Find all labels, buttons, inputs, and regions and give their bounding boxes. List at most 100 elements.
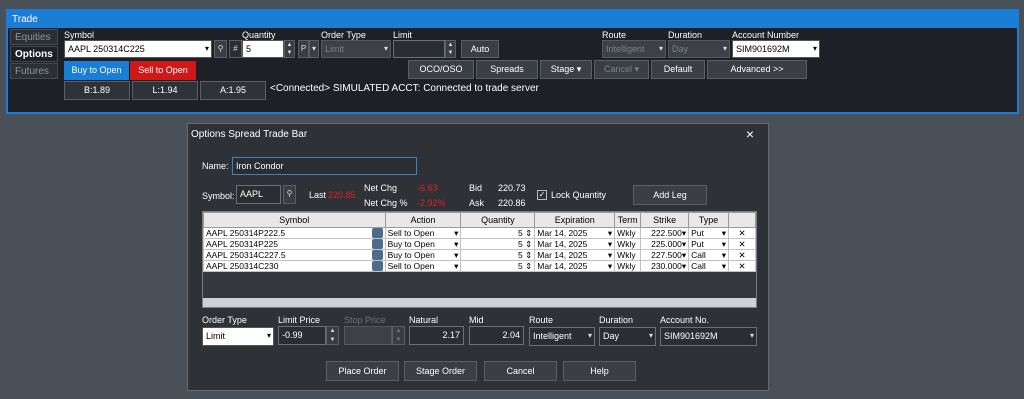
leg-action-cell[interactable]: Buy to Open ▾ [384, 249, 462, 261]
delete-leg-icon[interactable]: ✕ [728, 227, 756, 239]
cancel-order-button[interactable]: Cancel [484, 361, 557, 381]
chain-icon[interactable] [371, 239, 383, 249]
route-select[interactable]: Intelligent ▾ [602, 40, 666, 58]
spreads-button[interactable]: Spreads [476, 60, 538, 79]
cancel-button[interactable]: Cancel ▾ [594, 60, 649, 79]
delete-leg-icon[interactable]: ✕ [728, 260, 756, 272]
limit-stepper[interactable]: ▲ ▼ [445, 40, 456, 58]
stepper-icon[interactable]: ⇕ [525, 250, 532, 260]
name-input[interactable]: Iron Condor [232, 157, 417, 175]
leg-qty-cell[interactable]: 5 ⇕ [460, 249, 536, 261]
sell-to-open-button[interactable]: Sell to Open [130, 61, 196, 80]
leg-row[interactable]: AAPL 250314C230 Sell to Open ▾ 5 ⇕ Mar 14… [203, 260, 756, 272]
p-chevron-down-icon[interactable]: ▾ [309, 40, 319, 58]
advanced-button[interactable]: Advanced >> [707, 60, 807, 79]
leg-type-cell[interactable]: Call ▾ [688, 249, 730, 261]
dialog-duration-select[interactable]: Day ▾ [599, 327, 656, 346]
leg-strike-cell[interactable]: 230.000▾ [640, 260, 690, 272]
default-button[interactable]: Default [651, 60, 705, 79]
leg-exp-cell[interactable]: Mar 14, 2025 ▾ [534, 227, 616, 239]
leg-symbol-cell[interactable]: AAPL 250314P222.5 [203, 227, 386, 239]
leg-row[interactable]: AAPL 250314P225 Buy to Open ▾ 5 ⇕ Mar 14,… [203, 238, 756, 250]
leg-exp-cell[interactable]: Mar 14, 2025 ▾ [534, 249, 616, 261]
stepper-icon[interactable]: ⇕ [525, 261, 532, 271]
chevron-down-icon: ▾ [454, 250, 459, 260]
natural-value[interactable]: 2.17 [409, 326, 464, 345]
route-value: Intelligent [606, 44, 645, 54]
dialog-symbol-input[interactable]: AAPL [236, 185, 281, 204]
leg-action-cell[interactable]: Buy to Open ▾ [384, 238, 462, 250]
mid-value[interactable]: 2.04 [469, 326, 524, 345]
quantity-label: Quantity [242, 30, 276, 40]
buy-to-open-button[interactable]: Buy to Open [64, 61, 129, 80]
leg-type-cell[interactable]: Put ▾ [688, 227, 730, 239]
tab-equities[interactable]: Equities [10, 29, 58, 45]
search-icon[interactable]: ⚲ [214, 40, 227, 58]
symbol-input[interactable]: AAPL 250314C225 ▾ [64, 40, 212, 58]
delete-leg-icon[interactable]: ✕ [728, 238, 756, 250]
leg-action-cell[interactable]: Sell to Open ▾ [384, 260, 462, 272]
limit-label: Limit [393, 30, 413, 40]
stop-price-input[interactable] [344, 326, 392, 345]
leg-type-cell[interactable]: Call ▾ [688, 260, 730, 272]
stage-order-button[interactable]: Stage Order [404, 361, 477, 381]
lock-quantity-checkbox[interactable]: ✓ [537, 190, 547, 200]
chain-icon[interactable] [371, 228, 383, 238]
help-button[interactable]: Help [563, 361, 636, 381]
stop-price-stepper[interactable]: ▲ ▼ [392, 326, 405, 345]
limit-price-input[interactable]: -0.99 [278, 326, 326, 345]
leg-row[interactable]: AAPL 250314C227.5 Buy to Open ▾ 5 ⇕ Mar 1… [203, 249, 756, 261]
limit-input[interactable] [393, 40, 445, 58]
account-select[interactable]: SIM901692M ▾ [732, 40, 820, 58]
netchg-value: -6.63 [417, 183, 438, 193]
order-type-label: Order Type [321, 30, 366, 40]
mid-label: Mid [469, 315, 484, 325]
stepper-icon[interactable]: ⇕ [525, 228, 532, 238]
chain-icon[interactable] [371, 261, 383, 271]
leg-row[interactable]: AAPL 250314P222.5 Sell to Open ▾ 5 ⇕ Mar … [203, 227, 756, 239]
leg-strike-cell[interactable]: 225.000▾ [640, 238, 690, 250]
leg-qty-cell[interactable]: 5 ⇕ [460, 238, 536, 250]
close-icon[interactable]: × [746, 126, 754, 142]
limit-price-stepper[interactable]: ▲ ▼ [326, 326, 339, 345]
hash-button[interactable]: # [229, 40, 242, 58]
dialog-order-type-select[interactable]: Limit ▾ [202, 327, 274, 346]
p-toggle[interactable]: P [298, 40, 309, 58]
place-order-button[interactable]: Place Order [326, 361, 399, 381]
bid-quote[interactable]: B:1.89 [64, 81, 130, 100]
leg-exp-cell[interactable]: Mar 14, 2025 ▾ [534, 260, 616, 272]
chain-icon[interactable] [371, 250, 383, 260]
leg-symbol-cell[interactable]: AAPL 250314P225 [203, 238, 386, 250]
dialog-account-select[interactable]: SIM901692M ▾ [660, 327, 757, 346]
order-type-select[interactable]: Limit ▾ [321, 40, 391, 58]
duration-select[interactable]: Day ▾ [668, 40, 730, 58]
horizontal-scrollbar[interactable] [203, 298, 756, 307]
delete-leg-icon[interactable]: ✕ [728, 249, 756, 261]
leg-action-cell[interactable]: Sell to Open ▾ [384, 227, 462, 239]
add-leg-button[interactable]: Add Leg [633, 185, 707, 205]
leg-symbol-cell[interactable]: AAPL 250314C227.5 [203, 249, 386, 261]
stage-button[interactable]: Stage ▾ [540, 60, 592, 79]
stepper-icon[interactable]: ⇕ [525, 239, 532, 249]
quantity-input[interactable]: 5 [242, 40, 284, 58]
dialog-route-select[interactable]: Intelligent ▾ [529, 327, 595, 346]
last-quote[interactable]: L:1.94 [132, 81, 198, 100]
oco-oso-button[interactable]: OCO/OSO [408, 60, 474, 79]
leg-type-cell[interactable]: Put ▾ [688, 238, 730, 250]
chevron-down-icon[interactable]: ▾ [205, 41, 209, 56]
quantity-stepper[interactable]: ▲ ▼ [284, 40, 295, 58]
search-icon[interactable]: ⚲ [283, 185, 296, 204]
leg-strike-cell[interactable]: 222.500▾ [640, 227, 690, 239]
leg-symbol-cell[interactable]: AAPL 250314C230 [203, 260, 386, 272]
leg-strike-cell[interactable]: 227.500▾ [640, 249, 690, 261]
leg-qty-cell[interactable]: 5 ⇕ [460, 227, 536, 239]
chevron-down-icon: ▾ [634, 64, 640, 74]
auto-button[interactable]: Auto [461, 40, 499, 58]
leg-exp-cell[interactable]: Mar 14, 2025 ▾ [534, 238, 616, 250]
leg-qty-cell[interactable]: 5 ⇕ [460, 260, 536, 272]
tab-options[interactable]: Options [10, 46, 58, 62]
ask-quote[interactable]: A:1.95 [200, 81, 266, 100]
duration-label: Duration [668, 30, 703, 40]
tab-futures[interactable]: Futures [10, 63, 58, 79]
route-label: Route [529, 315, 554, 325]
